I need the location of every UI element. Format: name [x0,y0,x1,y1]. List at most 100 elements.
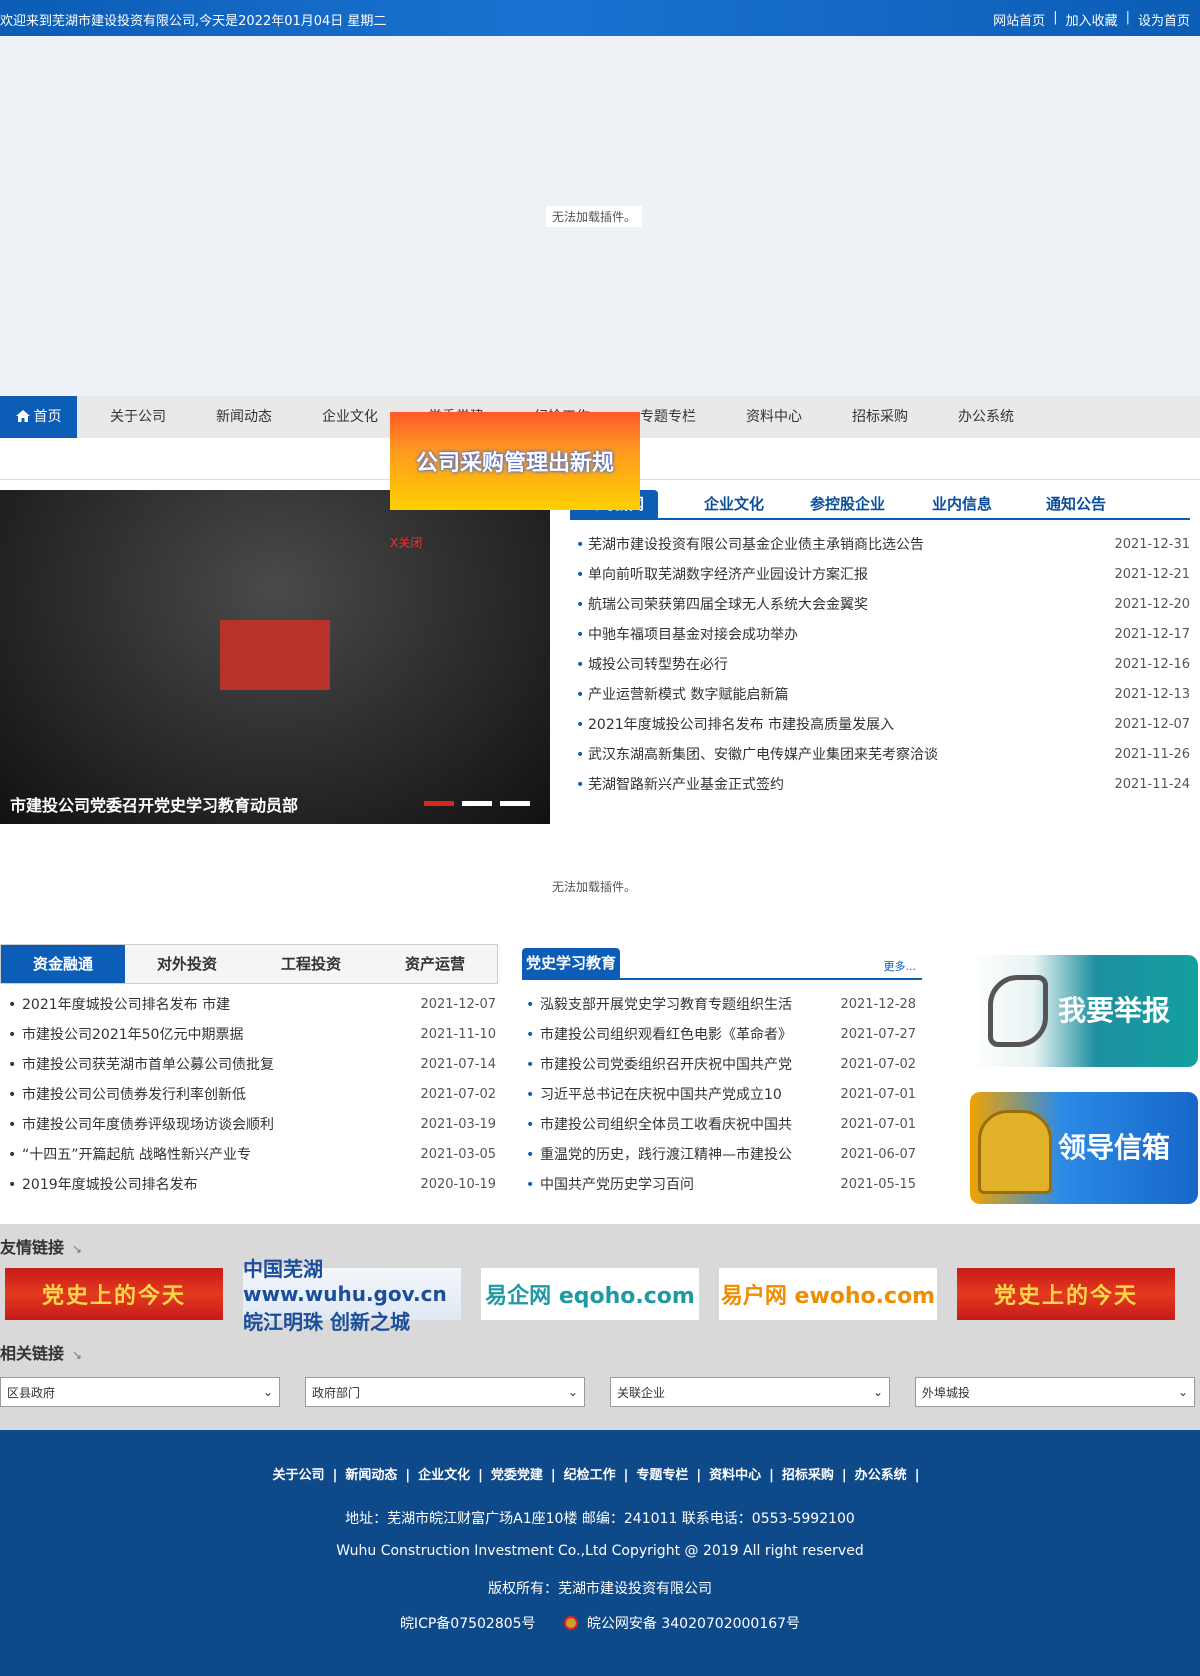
friend-link-logo[interactable]: 中国芜湖 www.wuhu.gov.cn 皖江明珠 创新之城 [243,1257,461,1334]
party-item[interactable]: 习近平总书记在庆祝中国共产党成立10 2021-07-01 [526,1080,916,1110]
news-item[interactable]: 单向前听取芜湖数字经济产业园设计方案汇报 2021-12-21 [576,560,1190,590]
footer-nav-link[interactable]: 专题专栏 [636,1468,688,1483]
nav-home[interactable]: 首页 [0,396,77,438]
icp-link[interactable]: 皖ICP备07502805号 [400,1616,536,1632]
tab-culture[interactable]: 企业文化 [704,490,764,518]
friend-link-logo[interactable]: 易户网 ewoho.com [719,1268,937,1320]
more-link[interactable]: 更多... [884,958,917,974]
news-item[interactable]: 2021年度城投公司排名发布 市建投高质量发展入 2021-12-07 [576,710,1190,740]
party-item-title[interactable]: 重温党的历史，践行渡江精神—市建投公 [540,1140,792,1170]
news-item[interactable]: 城投公司转型势在必行 2021-12-16 [576,650,1190,680]
chevron-down-icon: ⌄ [262,1385,273,1399]
party-item-title[interactable]: 市建投公司组织全体员工收看庆祝中国共 [540,1110,792,1140]
news-item-title[interactable]: 城投公司转型势在必行 [588,650,728,680]
news-item[interactable]: 航瑞公司荣获第四届全球无人系统大会金翼奖 2021-12-20 [576,590,1190,620]
nav-procurement[interactable]: 招标采购 [852,396,908,438]
home-link[interactable]: 网站首页 [993,10,1045,29]
footer-nav-link[interactable]: 党委党建 [491,1468,543,1483]
tab-holdings[interactable]: 参控股企业 [810,490,885,518]
nav-special[interactable]: 专题专栏 [640,396,696,438]
party-item[interactable]: 重温党的历史，践行渡江精神—市建投公 2021-06-07 [526,1140,916,1170]
party-item-title[interactable]: 中国共产党历史学习百问 [540,1170,694,1200]
news-item-title[interactable]: 芜湖智路新兴产业基金正式签约 [588,770,784,800]
tab-industry[interactable]: 业内信息 [932,490,992,518]
party-item-title[interactable]: 泓毅支部开展党史学习教育专题组织生活 [540,990,792,1020]
leader-mailbox-card[interactable]: 领导信箱 [970,1092,1198,1204]
tab-engineering-investment[interactable]: 工程投资 [249,945,373,983]
news-item-title[interactable]: 武汉东湖高新集团、安徽广电传媒产业集团来芜考察洽谈 [588,740,938,770]
party-item-date: 2021-07-01 [840,1117,916,1132]
footer-nav-link[interactable]: 招标采购 [782,1468,834,1483]
party-item[interactable]: 泓毅支部开展党史学习教育专题组织生活 2021-12-28 [526,990,916,1020]
news-item-title[interactable]: 单向前听取芜湖数字经济产业园设计方案汇报 [588,560,868,590]
party-item-title[interactable]: 习近平总书记在庆祝中国共产党成立10 [540,1080,782,1110]
party-item-date: 2021-06-07 [840,1147,916,1162]
finance-item-title[interactable]: 2019年度城投公司排名发布 [22,1170,198,1200]
report-card[interactable]: 我要举报 [970,955,1198,1067]
party-item[interactable]: 市建投公司党委组织召开庆祝中国共产党 2021-07-02 [526,1050,916,1080]
news-item[interactable]: 芜湖智路新兴产业基金正式签约 2021-11-24 [576,770,1190,800]
tab-asset-operation[interactable]: 资产运营 [373,945,497,983]
nav-about[interactable]: 关于公司 [110,396,166,438]
set-homepage-link[interactable]: 设为首页 [1138,10,1190,29]
finance-item[interactable]: 2021年度城投公司排名发布 市建 2021-12-07 [8,990,496,1020]
government-department-select[interactable]: 政府部门 ⌄ [305,1377,585,1407]
friend-link-logo[interactable]: 党史上的今天 [957,1268,1175,1320]
news-list: 芜湖市建设投资有限公司基金企业债主承销商比选公告 2021-12-31 单向前听取芜… [576,530,1190,800]
finance-item[interactable]: “十四五”开篇起航 战略性新兴产业专 2021-03-05 [8,1140,496,1170]
party-item[interactable]: 中国共产党历史学习百问 2021-05-15 [526,1170,916,1200]
finance-item-title[interactable]: 市建投公司年度债券评级现场访谈会顺利 [22,1110,274,1140]
finance-item-title[interactable]: “十四五”开篇起航 战略性新兴产业专 [22,1140,251,1170]
nav-news[interactable]: 新闻动态 [216,396,272,438]
slider-dot[interactable] [500,801,530,806]
finance-item-title[interactable]: 市建投公司2021年50亿元中期票据 [22,1020,243,1050]
party-item-title[interactable]: 市建投公司组织观看红色电影《革命者》 [540,1020,792,1050]
footer-nav-link[interactable]: 新闻动态 [345,1468,397,1483]
footer-nav-link[interactable]: 资料中心 [709,1468,761,1483]
news-item[interactable]: 中驰车福项目基金对接会成功举办 2021-12-17 [576,620,1190,650]
finance-item[interactable]: 2019年度城投公司排名发布 2020-10-19 [8,1170,496,1200]
news-item[interactable]: 武汉东湖高新集团、安徽广电传媒产业集团来芜考察洽谈 2021-11-26 [576,740,1190,770]
floating-ad[interactable]: 公司采购管理出新规 [390,412,640,510]
external-city-investment-select[interactable]: 外埠城投 ⌄ [915,1377,1195,1407]
friend-link-logo[interactable]: 易企网 eqoho.com [481,1268,699,1320]
add-favorite-link[interactable]: 加入收藏 [1066,10,1118,29]
finance-item-date: 2021-07-02 [420,1087,496,1102]
news-item[interactable]: 芜湖市建设投资有限公司基金企业债主承销商比选公告 2021-12-31 [576,530,1190,560]
news-item-title[interactable]: 2021年度城投公司排名发布 市建投高质量发展入 [588,710,894,740]
nav-office[interactable]: 办公系统 [958,396,1014,438]
finance-item[interactable]: 市建投公司年度债券评级现场访谈会顺利 2021-03-19 [8,1110,496,1140]
news-slider[interactable]: 市建投公司党委召开党史学习教育动员部 [0,490,550,824]
tab-financing[interactable]: 资金融通 [1,945,125,983]
tab-notices[interactable]: 通知公告 [1046,490,1106,518]
police-record-link[interactable]: 皖公网安备 34020702000167号 [587,1616,800,1632]
friend-link-logo[interactable]: 党史上的今天 [5,1268,223,1320]
finance-item-title[interactable]: 市建投公司获芜湖市首单公募公司债批复 [22,1050,274,1080]
party-item-title[interactable]: 市建投公司党委组织召开庆祝中国共产党 [540,1050,792,1080]
district-government-select[interactable]: 区县政府 ⌄ [0,1377,280,1407]
news-item-title[interactable]: 产业运营新模式 数字赋能启新篇 [588,680,788,710]
footer-nav-link[interactable]: 办公系统 [855,1468,907,1483]
slider-dot[interactable] [462,801,492,806]
finance-item[interactable]: 市建投公司2021年50亿元中期票据 2021-11-10 [8,1020,496,1050]
party-item[interactable]: 市建投公司组织全体员工收看庆祝中国共 2021-07-01 [526,1110,916,1140]
nav-resources[interactable]: 资料中心 [746,396,802,438]
footer-nav-link[interactable]: 企业文化 [418,1468,470,1483]
party-item[interactable]: 市建投公司组织观看红色电影《革命者》 2021-07-27 [526,1020,916,1050]
news-item-title[interactable]: 航瑞公司荣获第四届全球无人系统大会金翼奖 [588,590,868,620]
footer-nav-link[interactable]: 关于公司 [273,1468,325,1483]
news-item[interactable]: 产业运营新模式 数字赋能启新篇 2021-12-13 [576,680,1190,710]
footer-nav-link[interactable]: 纪检工作 [564,1468,616,1483]
finance-item[interactable]: 市建投公司公司债券发行利率创新低 2021-07-02 [8,1080,496,1110]
tab-external-investment[interactable]: 对外投资 [125,945,249,983]
close-ad-button[interactable]: X关闭 [390,534,422,551]
news-item-title[interactable]: 芜湖市建设投资有限公司基金企业债主承销商比选公告 [588,530,924,560]
news-item-title[interactable]: 中驰车福项目基金对接会成功举办 [588,620,798,650]
news-item-date: 2021-12-13 [1114,687,1190,702]
nav-culture[interactable]: 企业文化 [322,396,378,438]
affiliated-company-select[interactable]: 关联企业 ⌄ [610,1377,890,1407]
finance-item-title[interactable]: 2021年度城投公司排名发布 市建 [22,990,230,1020]
finance-item-title[interactable]: 市建投公司公司债券发行利率创新低 [22,1080,246,1110]
slider-dot[interactable] [424,801,454,806]
finance-item[interactable]: 市建投公司获芜湖市首单公募公司债批复 2021-07-14 [8,1050,496,1080]
